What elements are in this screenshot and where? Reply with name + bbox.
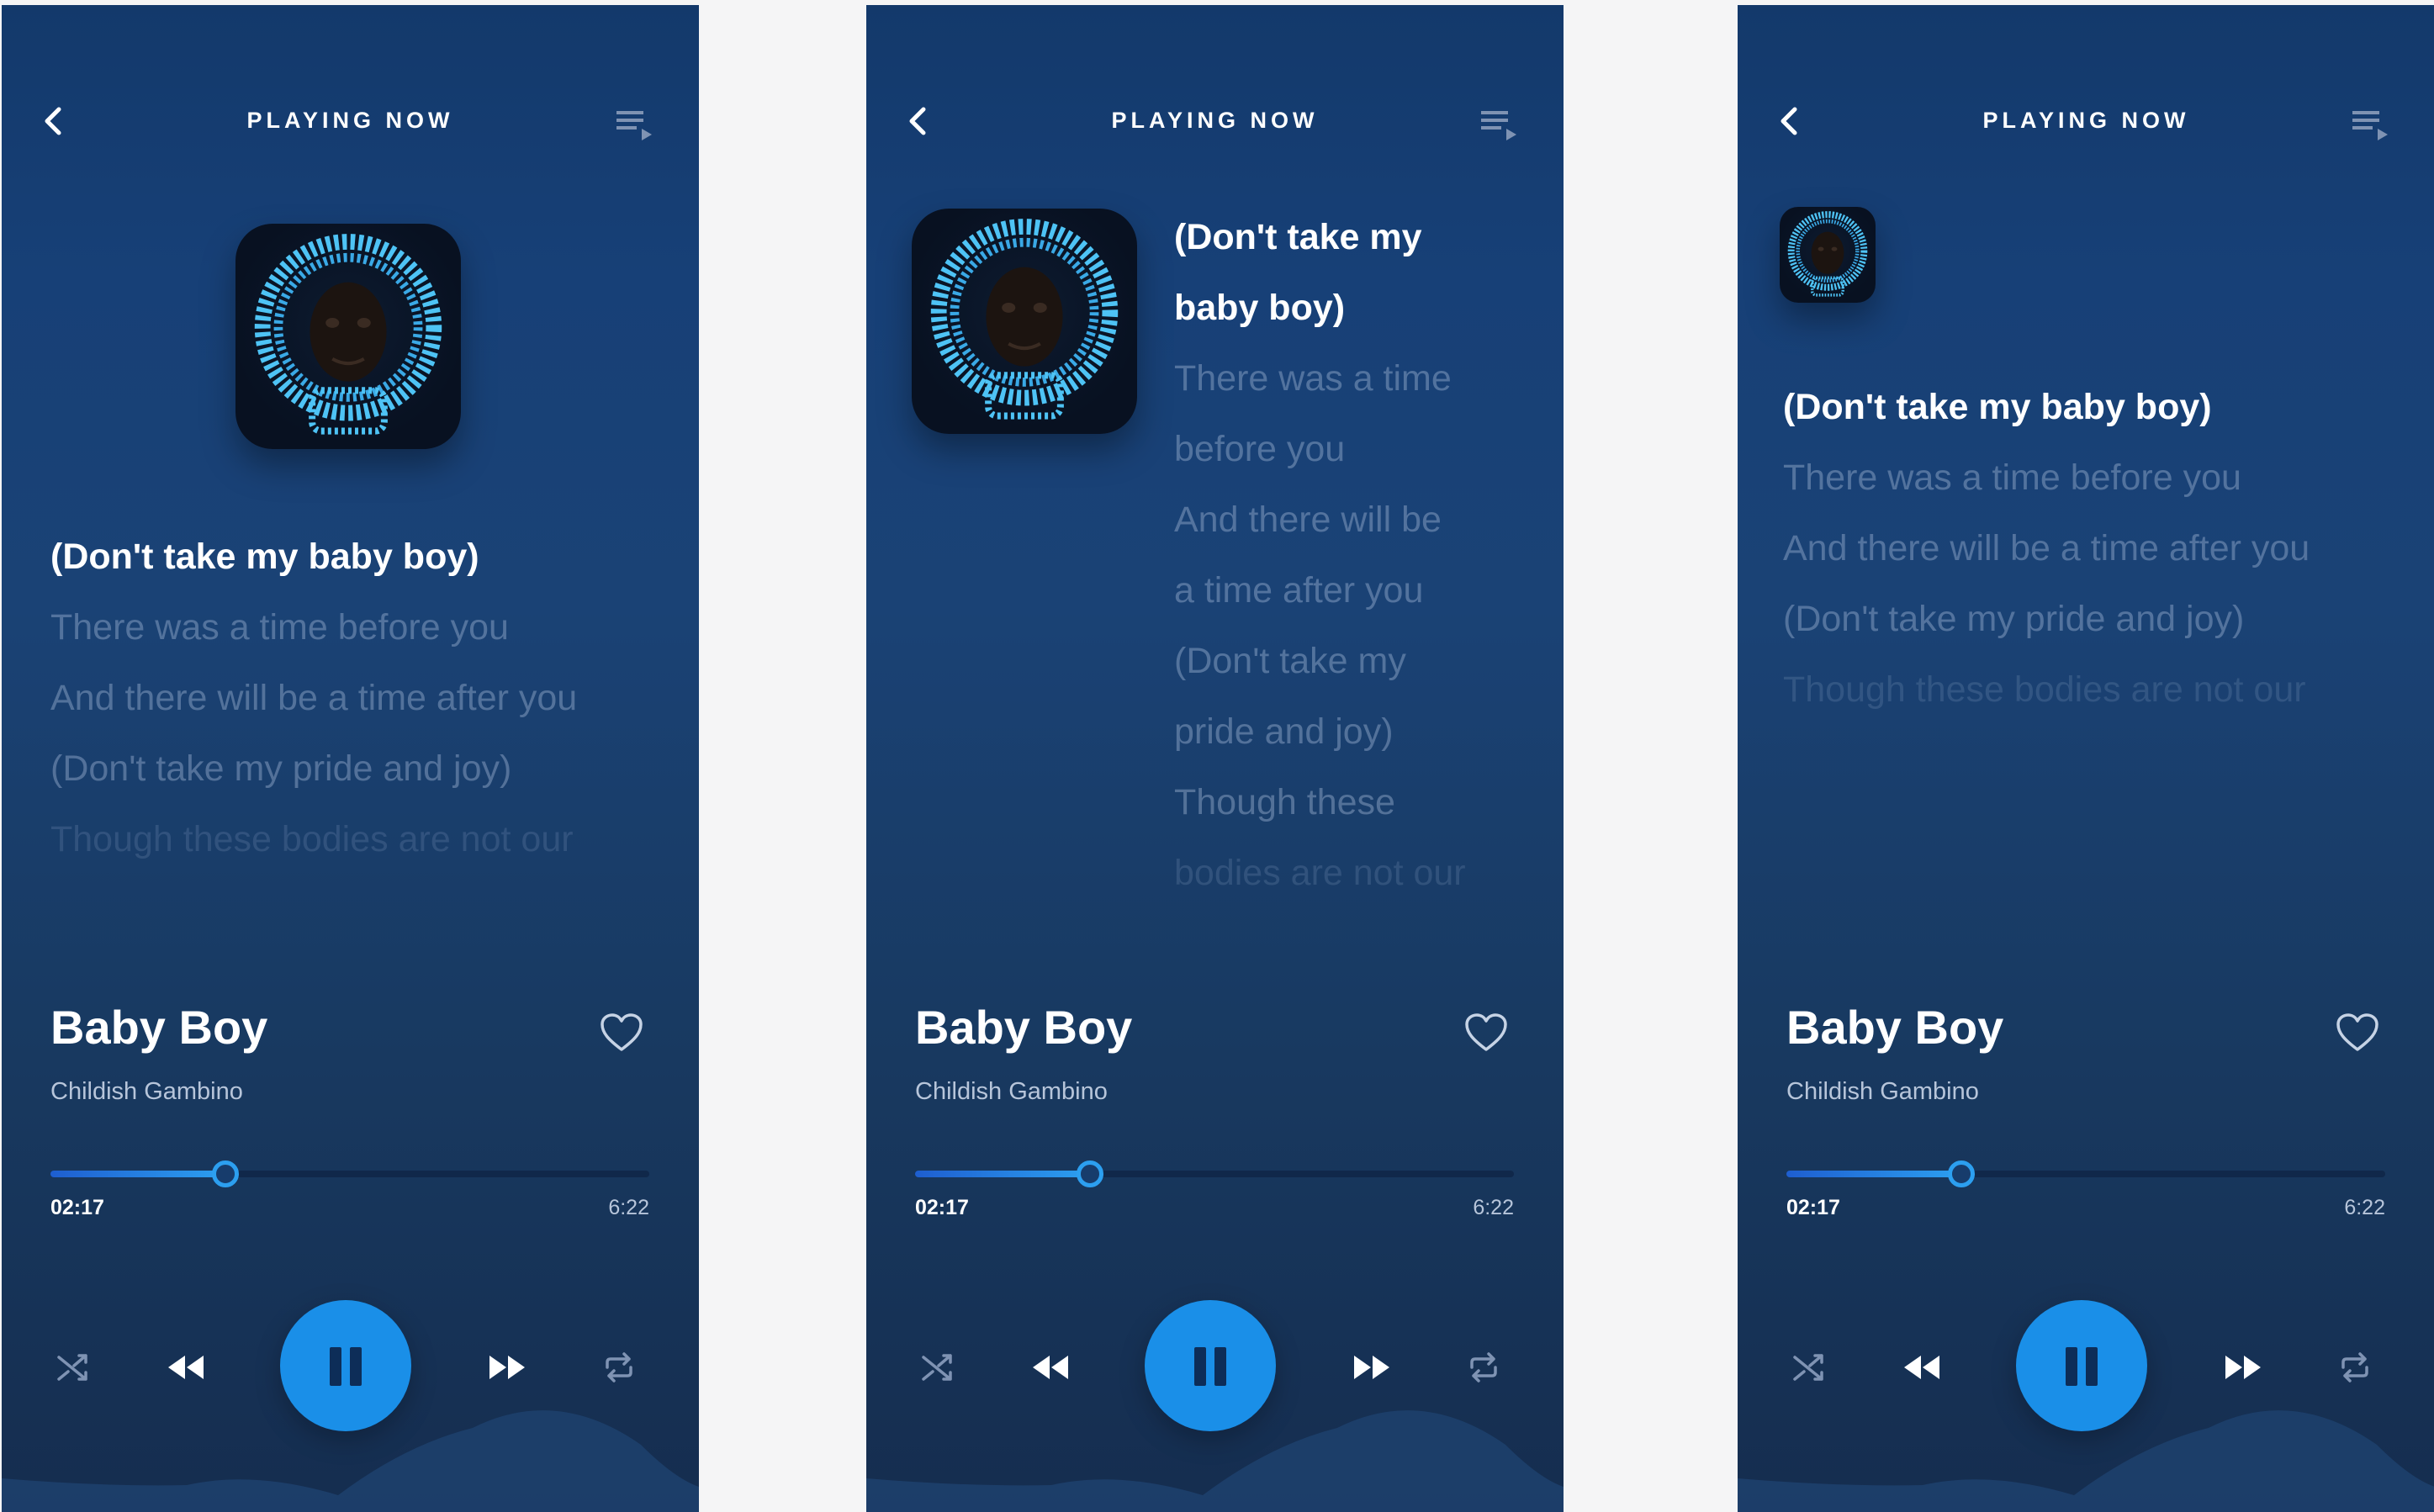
progress-slider[interactable] <box>50 1160 649 1187</box>
playlist-icon[interactable] <box>2351 106 2388 143</box>
lyric-line: (Don't take my pride and joy) <box>50 748 512 789</box>
lyric-line-active: (Don't take my baby boy) <box>1783 387 2212 427</box>
progress-slider[interactable] <box>915 1160 1514 1187</box>
pause-icon <box>1214 1347 1226 1386</box>
pause-icon <box>330 1347 341 1386</box>
lyric-line: There was a time before you <box>1783 457 2241 498</box>
lyric-line: And there will be a time after you <box>50 678 578 718</box>
page-title: PLAYING NOW <box>246 108 454 133</box>
time-total: 6:22 <box>608 1196 649 1219</box>
fast-forward-icon[interactable] <box>2224 1354 2262 1381</box>
time-total: 6:22 <box>2344 1196 2385 1219</box>
lyric-line: a time after you <box>1174 570 1424 611</box>
lyric-line: There was a time <box>1174 358 1452 399</box>
decorative-wave <box>1738 1410 2434 1512</box>
shuffle-icon[interactable] <box>1791 1351 1825 1384</box>
lyric-line: Though these bodies are not our <box>1783 669 2306 710</box>
lyric-line: There was a time before you <box>50 607 509 648</box>
rewind-icon[interactable] <box>1031 1354 1070 1381</box>
heart-icon[interactable] <box>600 1012 643 1053</box>
fast-forward-icon[interactable] <box>1352 1354 1391 1381</box>
time-elapsed: 02:17 <box>1786 1196 1840 1219</box>
shuffle-icon[interactable] <box>56 1351 89 1384</box>
progress-handle[interactable] <box>212 1160 240 1187</box>
page-title: PLAYING NOW <box>1111 108 1319 133</box>
rewind-icon[interactable] <box>1902 1354 1941 1381</box>
heart-icon[interactable] <box>2336 1012 2379 1053</box>
time-elapsed: 02:17 <box>915 1196 969 1219</box>
decorative-wave <box>866 1410 1564 1512</box>
time-total: 6:22 <box>1473 1196 1514 1219</box>
track-artist: Childish Gambino <box>915 1078 1108 1105</box>
progress-fill <box>915 1171 1089 1177</box>
time-elapsed: 02:17 <box>50 1196 104 1219</box>
lyrics-panel[interactable]: (Don't take my baby boy) There was a tim… <box>1783 372 2310 725</box>
repeat-icon[interactable] <box>2338 1351 2372 1384</box>
pause-icon <box>350 1347 362 1386</box>
progress-handle[interactable] <box>1077 1160 1104 1187</box>
track-artist: Childish Gambino <box>50 1078 243 1105</box>
progress-handle[interactable] <box>1948 1160 1976 1187</box>
repeat-icon[interactable] <box>1467 1351 1500 1384</box>
playlist-icon[interactable] <box>615 106 652 143</box>
track-title: Baby Boy <box>50 1001 268 1054</box>
rewind-icon[interactable] <box>167 1354 205 1381</box>
progress-slider[interactable] <box>1786 1160 2385 1187</box>
lyric-line: (Don't take my <box>1174 641 1406 681</box>
header: PLAYING NOW <box>2 5 699 241</box>
shuffle-icon[interactable] <box>920 1351 954 1384</box>
lyric-line: pride and joy) <box>1174 711 1394 752</box>
player-screen-1: PLAYING NOW (Don't take my baby boy) The… <box>2 5 699 1512</box>
player-screen-2: PLAYING NOW (Don't take my baby boy) The… <box>866 5 1564 1512</box>
lyric-line: (Don't take my pride and joy) <box>1783 599 2245 639</box>
header: PLAYING NOW <box>1738 5 2434 241</box>
album-art <box>912 209 1137 434</box>
fast-forward-icon[interactable] <box>488 1354 526 1381</box>
lyric-line-active: baby boy) <box>1174 288 1346 328</box>
pause-icon <box>2086 1347 2098 1386</box>
track-artist: Childish Gambino <box>1786 1078 1979 1105</box>
lyric-line: And there will be a time after you <box>1783 528 2310 568</box>
repeat-icon[interactable] <box>602 1351 636 1384</box>
pause-icon <box>2066 1347 2077 1386</box>
lyric-line-active: (Don't take my <box>1174 217 1422 257</box>
album-art <box>235 224 461 449</box>
lyrics-panel[interactable]: (Don't take my baby boy) There was a tim… <box>50 521 577 875</box>
heart-icon[interactable] <box>1464 1012 1508 1053</box>
lyrics-panel[interactable]: (Don't take my baby boy) There was a tim… <box>1174 202 1466 908</box>
pause-icon <box>1194 1347 1206 1386</box>
lyric-line: bodies are not our <box>1174 853 1466 893</box>
lyric-line: Though these bodies are not our <box>50 819 574 859</box>
lyric-line: before you <box>1174 429 1346 469</box>
track-title: Baby Boy <box>1786 1001 2004 1054</box>
progress-fill <box>1786 1171 1960 1177</box>
track-title: Baby Boy <box>915 1001 1133 1054</box>
player-screen-3: PLAYING NOW (Don't take my baby boy) The… <box>1738 5 2434 1512</box>
page-title: PLAYING NOW <box>1982 108 2190 133</box>
decorative-wave <box>2 1410 699 1512</box>
album-art <box>1780 207 1876 303</box>
playlist-icon[interactable] <box>1479 106 1516 143</box>
lyric-line: And there will be <box>1174 500 1442 540</box>
lyric-line-active: (Don't take my baby boy) <box>50 537 479 577</box>
progress-fill <box>50 1171 225 1177</box>
lyric-line: Though these <box>1174 782 1395 822</box>
